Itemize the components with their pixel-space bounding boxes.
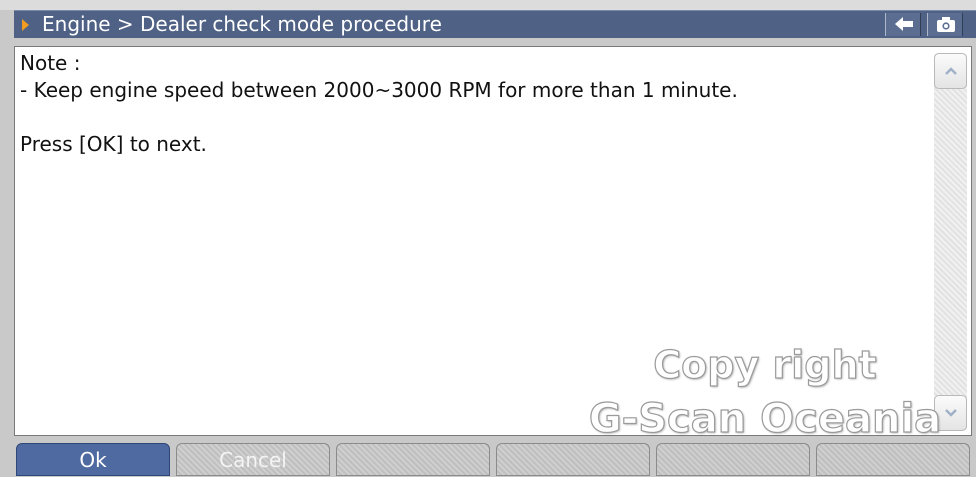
screenshot-button[interactable] bbox=[927, 13, 963, 36]
title-bar: Engine > Dealer check mode procedure bbox=[14, 10, 976, 38]
chevron-up-icon bbox=[945, 67, 957, 75]
chevron-down-icon bbox=[945, 409, 957, 417]
title-arrow-icon bbox=[22, 19, 29, 31]
function-button-4[interactable] bbox=[496, 443, 650, 476]
scroll-down-button[interactable] bbox=[934, 395, 967, 431]
note-line: - Keep engine speed between 2000~3000 RP… bbox=[20, 78, 738, 102]
top-strip bbox=[0, 0, 976, 10]
instruction-line: Press [OK] to next. bbox=[20, 132, 207, 156]
vertical-scrollbar[interactable] bbox=[934, 53, 967, 431]
scroll-up-button[interactable] bbox=[934, 53, 967, 89]
function-button-3[interactable] bbox=[336, 443, 490, 476]
function-button-bar: Ok Cancel bbox=[14, 443, 976, 476]
function-button-5[interactable] bbox=[656, 443, 810, 476]
message-text: Note : - Keep engine speed between 2000~… bbox=[20, 50, 738, 158]
page-title: Engine > Dealer check mode procedure bbox=[42, 12, 442, 36]
cancel-button[interactable]: Cancel bbox=[176, 443, 330, 476]
function-button-6[interactable] bbox=[816, 443, 970, 476]
back-arrow-icon bbox=[895, 17, 913, 31]
camera-icon bbox=[937, 17, 955, 32]
note-heading: Note : bbox=[20, 51, 81, 75]
ok-button[interactable]: Ok bbox=[16, 443, 170, 476]
message-panel: Note : - Keep engine speed between 2000~… bbox=[14, 46, 972, 436]
back-button[interactable] bbox=[885, 13, 921, 36]
